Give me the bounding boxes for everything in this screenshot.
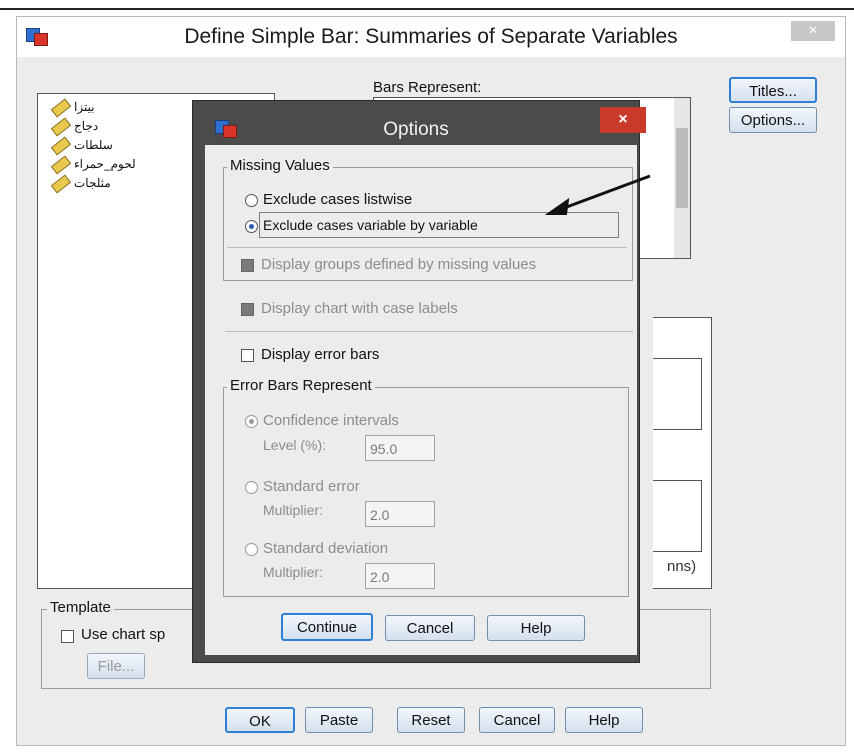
annotation-arrow-icon (544, 174, 651, 215)
